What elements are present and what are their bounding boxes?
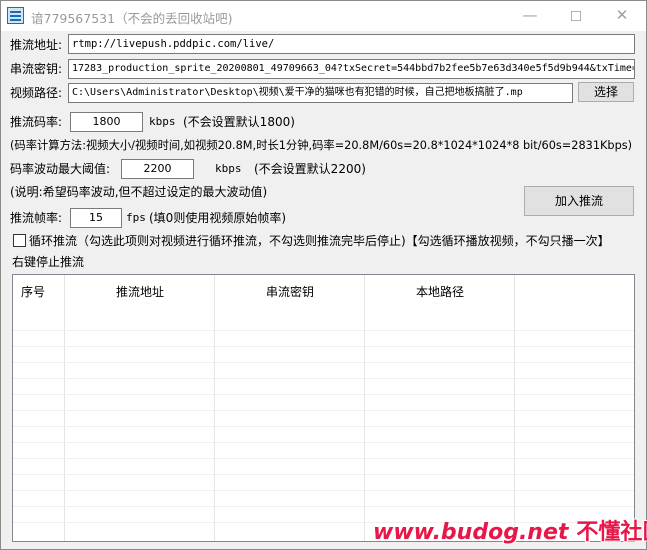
loop-checkbox-label[interactable]: 循环推流（勾选此项则对视频进行循环推流，不勾选则推流完毕后停止)【勾选循环播放视… [29, 233, 610, 249]
fps-unit: fps [126, 211, 146, 224]
app-icon [7, 7, 24, 24]
table-row [13, 411, 634, 427]
fps-input[interactable]: 15 [70, 208, 122, 228]
table-row [13, 459, 634, 475]
table-row [13, 491, 634, 507]
watermark: www.budog.net 不懂社区 [373, 514, 647, 546]
main-window: 谙779567531（不会的丢回收站吧) — ✕ 推流地址: rtmp://li… [0, 0, 647, 550]
max-threshold-label: 码率波动最大阈值: [10, 162, 111, 176]
close-button[interactable]: ✕ [599, 1, 645, 31]
threshold-explain: (说明:希望码率波动,但不超过设定的最大波动值) [10, 185, 268, 199]
table-header-stream-key[interactable]: 串流密钥 [215, 283, 365, 300]
fps-label: 推流帧率: [10, 211, 63, 225]
watermark-site: www.budog.net [373, 520, 569, 545]
max-threshold-note: (不会设置默认2200) [254, 162, 366, 176]
table-row [13, 379, 634, 395]
stream-key-input[interactable]: 17283_production_sprite_20200801_4970966… [68, 59, 635, 79]
table-header-push-url[interactable]: 推流地址 [65, 283, 215, 300]
table-header-index[interactable]: 序号 [13, 283, 53, 300]
stream-key-label: 串流密钥: [10, 62, 63, 76]
bitrate-input[interactable]: 1800 [70, 112, 143, 132]
bitrate-note: (不会设置默认1800) [183, 115, 295, 129]
max-threshold-input[interactable]: 2200 [121, 159, 194, 179]
table-row [13, 475, 634, 491]
maximize-button[interactable] [553, 1, 599, 31]
title-bar[interactable]: 谙779567531（不会的丢回收站吧) — ✕ [1, 1, 646, 31]
maximize-icon [571, 10, 581, 21]
bitrate-unit: kbps [149, 115, 176, 128]
push-url-input[interactable]: rtmp://livepush.pddpic.com/live/ [68, 34, 635, 54]
table-row [13, 315, 634, 331]
watermark-name: 不懂社区 [576, 520, 647, 545]
table-row [13, 395, 634, 411]
table-row [13, 363, 634, 379]
table-row [13, 347, 634, 363]
table-row [13, 427, 634, 443]
window-title: 谙779567531（不会的丢回收站吧) [31, 11, 233, 26]
table-row [13, 443, 634, 459]
bitrate-formula: (码率计算方法:视频大小/视频时间,如视频20.8M,时长1分钟,码率=20.8… [10, 139, 633, 152]
add-push-button[interactable]: 加入推流 [524, 186, 634, 216]
loop-checkbox[interactable] [13, 234, 26, 247]
table-row [13, 331, 634, 347]
stop-hint: 右键停止推流 [12, 255, 85, 269]
browse-button[interactable]: 选择 [578, 82, 634, 102]
minimize-button[interactable]: — [507, 1, 553, 31]
push-list-table[interactable]: 序号 推流地址 串流密钥 本地路径 [12, 274, 635, 542]
video-path-label: 视频路径: [10, 86, 63, 100]
bitrate-label: 推流码率: [10, 115, 63, 129]
table-header-local-path[interactable]: 本地路径 [365, 283, 515, 300]
push-url-label: 推流地址: [10, 38, 63, 52]
fps-note: (填0则使用视频原始帧率) [149, 211, 286, 225]
max-threshold-unit: kbps [215, 162, 242, 175]
video-path-input[interactable]: C:\Users\Administrator\Desktop\视频\爱干净的猫咪… [68, 83, 573, 103]
